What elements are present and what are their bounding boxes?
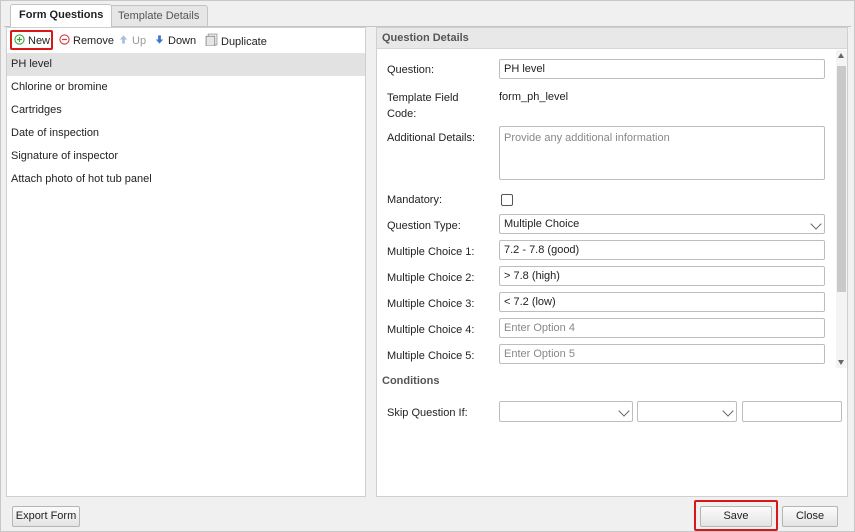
additional-details-label: Additional Details: bbox=[387, 132, 476, 144]
minus-circle-icon bbox=[59, 34, 70, 45]
choice-3-label: Multiple Choice 3: bbox=[387, 298, 475, 310]
choice-2-label: Multiple Choice 2: bbox=[387, 272, 475, 284]
down-button[interactable]: Down bbox=[154, 33, 196, 49]
details-scrollbar[interactable] bbox=[836, 50, 847, 368]
duplicate-icon bbox=[205, 33, 218, 46]
skip-question-field-select[interactable] bbox=[499, 401, 633, 422]
question-list-item[interactable]: Date of inspection bbox=[7, 122, 365, 145]
choice-2-input[interactable]: > 7.8 (high) bbox=[499, 266, 825, 286]
conditions-header: Conditions bbox=[382, 375, 440, 387]
question-type-select[interactable]: Multiple Choice bbox=[499, 214, 825, 234]
choice-4-label: Multiple Choice 4: bbox=[387, 324, 475, 336]
scroll-down-icon[interactable] bbox=[838, 360, 844, 365]
export-form-button[interactable]: Export Form bbox=[12, 506, 80, 527]
new-button[interactable]: New bbox=[14, 33, 50, 49]
details-scroll-area: Question: PH level Template Field Code: … bbox=[377, 50, 847, 368]
question-toolbar: New Remove Up Down Duplicate bbox=[7, 28, 365, 52]
duplicate-button-label: Duplicate bbox=[221, 36, 267, 48]
field-code-label: Template Field Code: bbox=[387, 92, 459, 120]
choice-1-input[interactable]: 7.2 - 7.8 (good) bbox=[499, 240, 825, 260]
question-details-header: Question Details bbox=[377, 28, 847, 49]
choice-4-input[interactable]: Enter Option 4 bbox=[499, 318, 825, 338]
question-type-value: Multiple Choice bbox=[504, 218, 580, 230]
up-button[interactable]: Up bbox=[118, 33, 146, 49]
mandatory-checkbox[interactable] bbox=[501, 194, 513, 206]
tab-template-details[interactable]: Template Details bbox=[109, 5, 209, 26]
choice-5-input[interactable]: Enter Option 5 bbox=[499, 344, 825, 364]
plus-circle-icon bbox=[14, 34, 25, 45]
question-list-item[interactable]: Signature of inspector bbox=[7, 145, 365, 168]
additional-details-textarea[interactable]: Provide any additional information bbox=[499, 126, 825, 180]
save-button[interactable]: Save bbox=[700, 506, 772, 527]
question-list-item[interactable]: Chlorine or bromine bbox=[7, 76, 365, 99]
question-details-panel: Question Details Question: PH level Temp… bbox=[376, 27, 848, 497]
down-button-label: Down bbox=[168, 35, 197, 47]
arrow-down-icon bbox=[155, 35, 164, 44]
tab-form-questions[interactable]: Form Questions bbox=[10, 4, 113, 27]
field-code-value: form_ph_level bbox=[499, 91, 569, 103]
remove-button-label: Remove bbox=[73, 35, 114, 47]
new-button-label: New bbox=[28, 35, 51, 47]
question-list-item[interactable]: Attach photo of hot tub panel bbox=[7, 168, 365, 191]
scroll-up-icon[interactable] bbox=[838, 53, 844, 58]
choice-5-label: Multiple Choice 5: bbox=[387, 350, 475, 362]
question-label: Question: bbox=[387, 64, 435, 76]
question-list: PH level Chlorine or bromine Cartridges … bbox=[7, 53, 365, 191]
question-list-panel: New Remove Up Down Duplicate PH level Ch… bbox=[6, 27, 366, 497]
skip-question-operator-select[interactable] bbox=[637, 401, 737, 422]
choice-3-input[interactable]: < 7.2 (low) bbox=[499, 292, 825, 312]
question-list-item[interactable]: PH level bbox=[7, 53, 365, 76]
chevron-down-icon bbox=[722, 405, 734, 417]
choice-1-label: Multiple Choice 1: bbox=[387, 246, 475, 258]
mandatory-label: Mandatory: bbox=[387, 194, 443, 206]
question-input[interactable]: PH level bbox=[499, 59, 825, 79]
skip-question-label: Skip Question If: bbox=[387, 407, 468, 419]
close-button[interactable]: Close bbox=[782, 506, 838, 527]
chevron-down-icon bbox=[618, 405, 630, 417]
arrow-up-icon bbox=[119, 35, 128, 44]
up-button-label: Up bbox=[132, 35, 147, 47]
scrollbar-thumb[interactable] bbox=[837, 66, 846, 292]
question-list-item[interactable]: Cartridges bbox=[7, 99, 365, 122]
chevron-down-icon bbox=[810, 218, 822, 230]
skip-question-value-input[interactable] bbox=[742, 401, 842, 422]
duplicate-button[interactable]: Duplicate bbox=[205, 33, 267, 49]
question-type-label: Question Type: bbox=[387, 220, 461, 232]
remove-button[interactable]: Remove bbox=[59, 33, 114, 49]
